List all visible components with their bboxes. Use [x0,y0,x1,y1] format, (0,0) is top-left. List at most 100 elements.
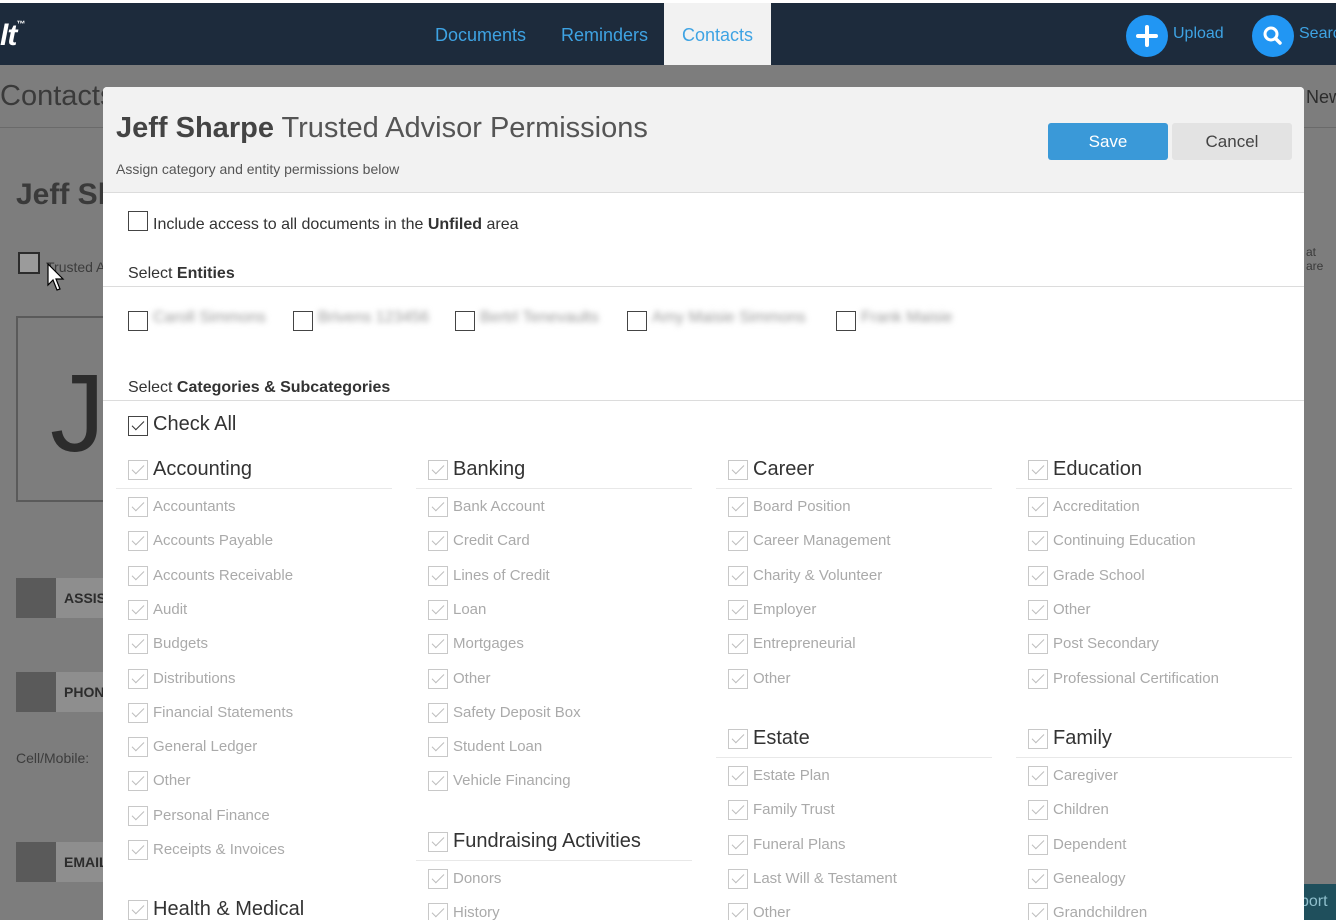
category-rule [1016,488,1292,489]
subcategory-checkbox[interactable] [1028,565,1048,586]
subcategory-checkbox[interactable] [1028,766,1048,786]
nav-tab-documents[interactable]: Documents [435,3,526,65]
nav-tab-reminders[interactable]: Reminders [561,3,648,65]
subcategory-checkbox[interactable] [728,531,748,552]
subcategory-checkbox[interactable] [728,565,748,586]
app-logo[interactable]: lt™ [0,19,25,53]
subcategory-label: Financial Statements [153,703,294,721]
save-button[interactable]: Save [1048,123,1168,160]
subcategory-checkbox[interactable] [728,868,748,889]
subcategory-label: Genealogy [1053,869,1126,887]
subcategory-checkbox[interactable] [1028,634,1048,655]
subcategory-checkbox[interactable] [128,737,148,758]
upload-button[interactable] [1126,15,1168,57]
category-checkbox[interactable] [1028,729,1048,749]
subcategory-checkbox[interactable] [728,903,748,920]
category-checkbox[interactable] [428,460,448,480]
subcategory-checkbox[interactable] [1028,531,1048,552]
entity-checkbox[interactable] [128,311,148,331]
subcategory-checkbox[interactable] [728,668,748,689]
subcategory-checkbox[interactable] [428,634,448,655]
subcategory-checkbox[interactable] [1028,599,1048,620]
avatar: J [50,352,105,475]
subcategory-checkbox[interactable] [728,634,748,655]
category-heading: Career [753,458,815,480]
subcategory-checkbox[interactable] [428,531,448,552]
search-button[interactable] [1252,15,1294,57]
subcategory-checkbox[interactable] [428,702,448,723]
subcategory-label: Employer [753,600,817,618]
subcategory-checkbox[interactable] [728,834,748,855]
modal-title: Jeff Sharpe Trusted Advisor Permissions [116,112,648,144]
category-checkbox[interactable] [428,832,448,852]
subcategory-checkbox[interactable] [428,903,448,920]
background-new-button[interactable]: New [1306,87,1336,108]
subcategory-checkbox[interactable] [428,668,448,689]
subcategory-label: Estate Plan [753,767,830,784]
upload-label[interactable]: Upload [1173,25,1224,43]
nav-tab-contacts[interactable]: Contacts [664,3,772,65]
subcategory-label: Grandchildren [1053,904,1148,920]
subcategory-label: Loan [453,600,487,618]
unfiled-label: Include access to all documents in the U… [153,216,519,233]
subcategory-checkbox[interactable] [128,565,148,586]
subcategory-checkbox[interactable] [728,766,748,786]
envelope-icon [16,842,56,882]
subcategory-checkbox[interactable] [1028,834,1048,855]
subcategory-checkbox[interactable] [1028,800,1048,821]
background-right-note: at are [1306,245,1324,273]
subcategory-checkbox[interactable] [128,599,148,620]
subcategory-checkbox[interactable] [128,702,148,723]
subcategory-checkbox[interactable] [428,565,448,586]
entity-checkbox[interactable] [293,311,313,331]
subcategory-label: Other [753,904,791,920]
category-heading: Estate [753,727,810,749]
subcategory-label: Other [753,669,791,687]
background-contact-name: Jeff Sh [16,178,117,211]
category-checkbox[interactable] [128,460,148,480]
category-checkbox[interactable] [728,460,748,480]
subcategory-checkbox[interactable] [428,869,448,889]
subcategory-checkbox[interactable] [1028,868,1048,889]
subcategory-checkbox[interactable] [728,497,748,517]
subcategory-checkbox[interactable] [1028,497,1048,517]
subcategory-checkbox[interactable] [1028,903,1048,920]
check-all-checkbox[interactable] [128,416,148,436]
entity-checkbox[interactable] [836,311,856,331]
category-checkbox[interactable] [128,900,148,920]
subcategory-label: Bank Account [453,498,545,515]
entity-label: Bertrl Tenevaults [480,309,599,326]
top-navigation-bar: lt™ Documents Reminders Contacts Upload … [0,3,1336,65]
subcategory-checkbox[interactable] [128,771,148,792]
search-label[interactable]: Searc [1299,25,1336,43]
subcategory-checkbox[interactable] [728,800,748,821]
background-trusted-checkbox[interactable] [18,252,40,274]
subcategory-checkbox[interactable] [428,771,448,792]
subcategory-checkbox[interactable] [128,840,148,860]
subcategory-label: Family Trust [753,801,835,819]
entity-checkbox[interactable] [455,311,475,331]
subcategory-checkbox[interactable] [728,599,748,620]
background-cell-label: Cell/Mobile: [16,750,90,766]
subcategory-checkbox[interactable] [128,668,148,689]
modal-header: Jeff Sharpe Trusted Advisor Permissions … [103,87,1304,193]
cancel-button[interactable]: Cancel [1172,123,1292,160]
subcategory-label: Dependent [1053,835,1127,853]
subcategory-label: Board Position [753,498,851,515]
entities-divider [103,286,1304,287]
subcategory-checkbox[interactable] [428,497,448,517]
category-checkbox[interactable] [1028,460,1048,480]
subcategory-checkbox[interactable] [428,737,448,758]
subcategory-checkbox[interactable] [128,634,148,655]
unfiled-checkbox[interactable] [128,211,148,231]
category-rule [416,860,692,861]
subcategory-label: Professional Certification [1053,669,1219,687]
category-heading: Accounting [153,458,252,480]
subcategory-checkbox[interactable] [128,531,148,552]
subcategory-checkbox[interactable] [1028,668,1048,689]
subcategory-checkbox[interactable] [428,599,448,620]
entity-checkbox[interactable] [627,311,647,331]
subcategory-checkbox[interactable] [128,805,148,826]
category-checkbox[interactable] [728,729,748,749]
subcategory-checkbox[interactable] [128,497,148,517]
